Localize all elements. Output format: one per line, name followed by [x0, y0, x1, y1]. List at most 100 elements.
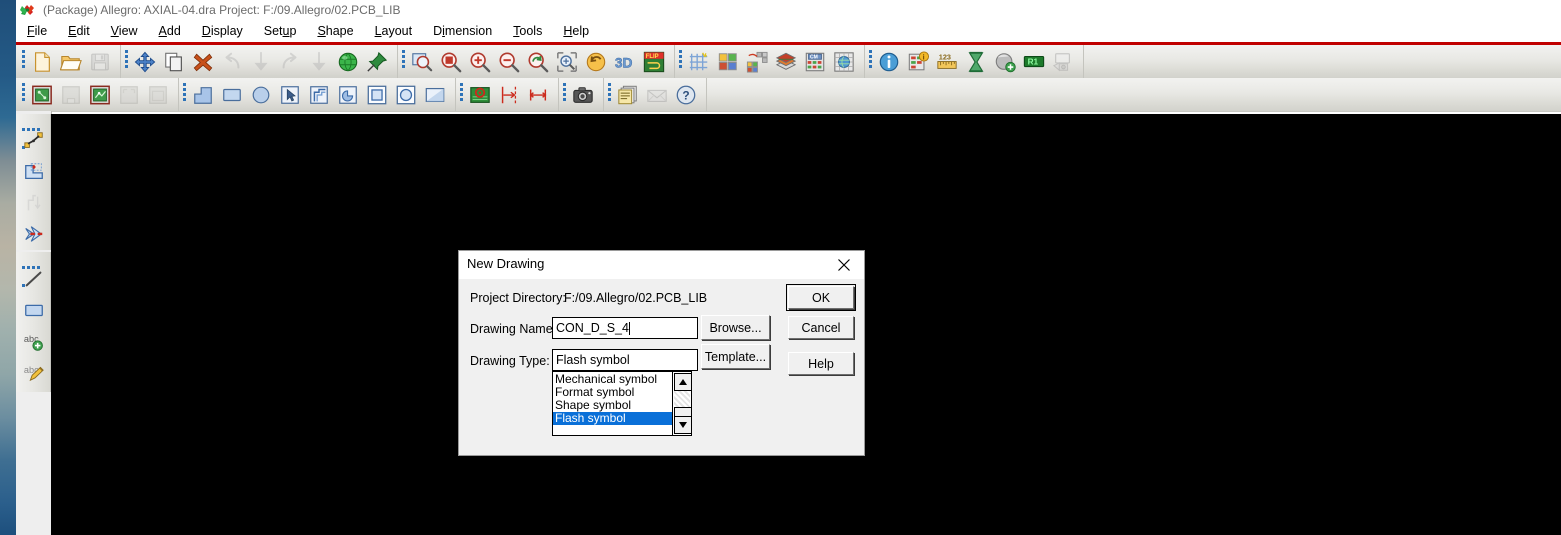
- 3d-view-button[interactable]: 3D: [612, 49, 637, 74]
- dimension-arrow-button[interactable]: [525, 82, 550, 107]
- template-button[interactable]: Template...: [701, 344, 770, 369]
- grid-toggle-button[interactable]: [686, 49, 711, 74]
- save-icon: [89, 51, 111, 73]
- scroll-up-icon[interactable]: [674, 373, 691, 391]
- toolbar-grip[interactable]: [402, 50, 406, 73]
- symbol-net-button[interactable]: [87, 82, 112, 107]
- shape-rotate-button[interactable]: [335, 82, 360, 107]
- move-element-button[interactable]: [20, 157, 47, 187]
- polygon-shape-button[interactable]: [190, 82, 215, 107]
- menu-setup[interactable]: Setup: [262, 24, 299, 39]
- drawing-type-listbox[interactable]: Mechanical symbol Format symbol Shape sy…: [552, 371, 692, 436]
- dimension-arrow-icon: [527, 84, 549, 106]
- title-bar: (Package) Allegro: AXIAL-04.dra Project:…: [16, 0, 1561, 21]
- r1-refdes-icon: R1: [1023, 51, 1045, 73]
- zoom-out-button[interactable]: [496, 49, 521, 74]
- scroll-down-icon[interactable]: [674, 416, 691, 434]
- circle-outline-button[interactable]: [393, 82, 418, 107]
- refresh-button[interactable]: [583, 49, 608, 74]
- zoom-in-button[interactable]: [467, 49, 492, 74]
- rect-outline-button[interactable]: [364, 82, 389, 107]
- flip-design-button[interactable]: FLIP: [641, 49, 666, 74]
- circle-fill-icon: [250, 84, 272, 106]
- globe-green-button[interactable]: [335, 49, 360, 74]
- menu-help[interactable]: Help: [561, 24, 591, 39]
- zoom-fit-button[interactable]: [409, 49, 434, 74]
- delete-x-button[interactable]: [190, 49, 215, 74]
- property-edit-button[interactable]: i: [905, 49, 930, 74]
- measure-ruler-button[interactable]: 123: [934, 49, 959, 74]
- pad-green-button[interactable]: [467, 82, 492, 107]
- redo-down-icon: [308, 51, 330, 73]
- listbox-scrollbar[interactable]: [672, 372, 691, 435]
- shape-offset-button[interactable]: [306, 82, 331, 107]
- copy-button[interactable]: [161, 49, 186, 74]
- open-folder-button[interactable]: [58, 49, 83, 74]
- menu-layout[interactable]: Layout: [373, 24, 415, 39]
- add-pin-button[interactable]: [992, 49, 1017, 74]
- menu-view[interactable]: View: [109, 24, 140, 39]
- zoom-world-button[interactable]: [438, 49, 463, 74]
- delete-segment-button[interactable]: [20, 219, 47, 249]
- menu-edit[interactable]: Edit: [66, 24, 92, 39]
- new-file-button[interactable]: [29, 49, 54, 74]
- toolbar-grip[interactable]: [22, 83, 26, 106]
- pushpin-button[interactable]: [364, 49, 389, 74]
- menu-file[interactable]: File: [25, 24, 49, 39]
- toolbar-grip[interactable]: [563, 83, 567, 106]
- info-button[interactable]: [876, 49, 901, 74]
- zoom-selection-button[interactable]: [554, 49, 579, 74]
- open-folder-icon: [59, 51, 82, 73]
- menu-shape[interactable]: Shape: [315, 24, 355, 39]
- menu-tools[interactable]: Tools: [511, 24, 544, 39]
- menu-dimension[interactable]: Dimension: [431, 24, 494, 39]
- hourglass-button[interactable]: [963, 49, 988, 74]
- toolbar-grip[interactable]: [183, 83, 187, 106]
- symbol-edit-button[interactable]: [29, 82, 54, 107]
- toolbar-grip[interactable]: [460, 83, 464, 106]
- redo-button: [277, 49, 302, 74]
- line-draw-button[interactable]: [20, 264, 47, 294]
- zoom-previous-button[interactable]: [525, 49, 550, 74]
- delete-segment-icon: [23, 223, 45, 245]
- close-icon[interactable]: [824, 251, 864, 279]
- dimension-line-button[interactable]: [496, 82, 521, 107]
- circle-fill-button[interactable]: [248, 82, 273, 107]
- menu-add[interactable]: Add: [157, 24, 183, 39]
- drawing-type-input[interactable]: Flash symbol: [552, 349, 698, 371]
- reports-button[interactable]: [615, 82, 640, 107]
- cancel-button[interactable]: Cancel: [788, 316, 854, 339]
- layer-color-button[interactable]: [744, 49, 769, 74]
- move-button[interactable]: [132, 49, 157, 74]
- rect-draw-button[interactable]: [20, 295, 47, 325]
- list-item-selected[interactable]: Flash symbol: [553, 412, 672, 425]
- color-palette-button[interactable]: [715, 49, 740, 74]
- mail-icon: [646, 84, 668, 106]
- ok-button[interactable]: OK: [786, 284, 856, 311]
- help-question-button[interactable]: ?: [673, 82, 698, 107]
- browse-button[interactable]: Browse...: [701, 315, 770, 340]
- r1-refdes-button[interactable]: R1: [1021, 49, 1046, 74]
- global-grid-button[interactable]: [831, 49, 856, 74]
- drawing-name-input[interactable]: CON_D_S_4: [552, 317, 698, 339]
- toolbar-grip[interactable]: [679, 50, 683, 73]
- toolbar-grip[interactable]: [22, 50, 26, 73]
- refresh-icon: [585, 51, 607, 73]
- select-shape-button[interactable]: [277, 82, 302, 107]
- camera-button[interactable]: [570, 82, 595, 107]
- scrollbar-track[interactable]: [674, 391, 690, 407]
- shape-void-button[interactable]: [422, 82, 447, 107]
- toolbar-grip[interactable]: [869, 50, 873, 73]
- edit-text-button[interactable]: abc: [20, 357, 47, 387]
- help-button[interactable]: Help: [788, 352, 854, 375]
- toolbar-grip[interactable]: [608, 83, 612, 106]
- toolbar-grip[interactable]: [125, 50, 129, 73]
- layers-stack-button[interactable]: [773, 49, 798, 74]
- toolbar-grip[interactable]: [22, 256, 44, 287]
- constraint-manager-button[interactable]: CM: [802, 49, 827, 74]
- rect-fill-button[interactable]: [219, 82, 244, 107]
- toolbar-grip[interactable]: [22, 118, 44, 149]
- menu-display[interactable]: Display: [200, 24, 245, 39]
- add-text-button[interactable]: abc: [20, 326, 47, 356]
- add-line-button[interactable]: [20, 126, 47, 156]
